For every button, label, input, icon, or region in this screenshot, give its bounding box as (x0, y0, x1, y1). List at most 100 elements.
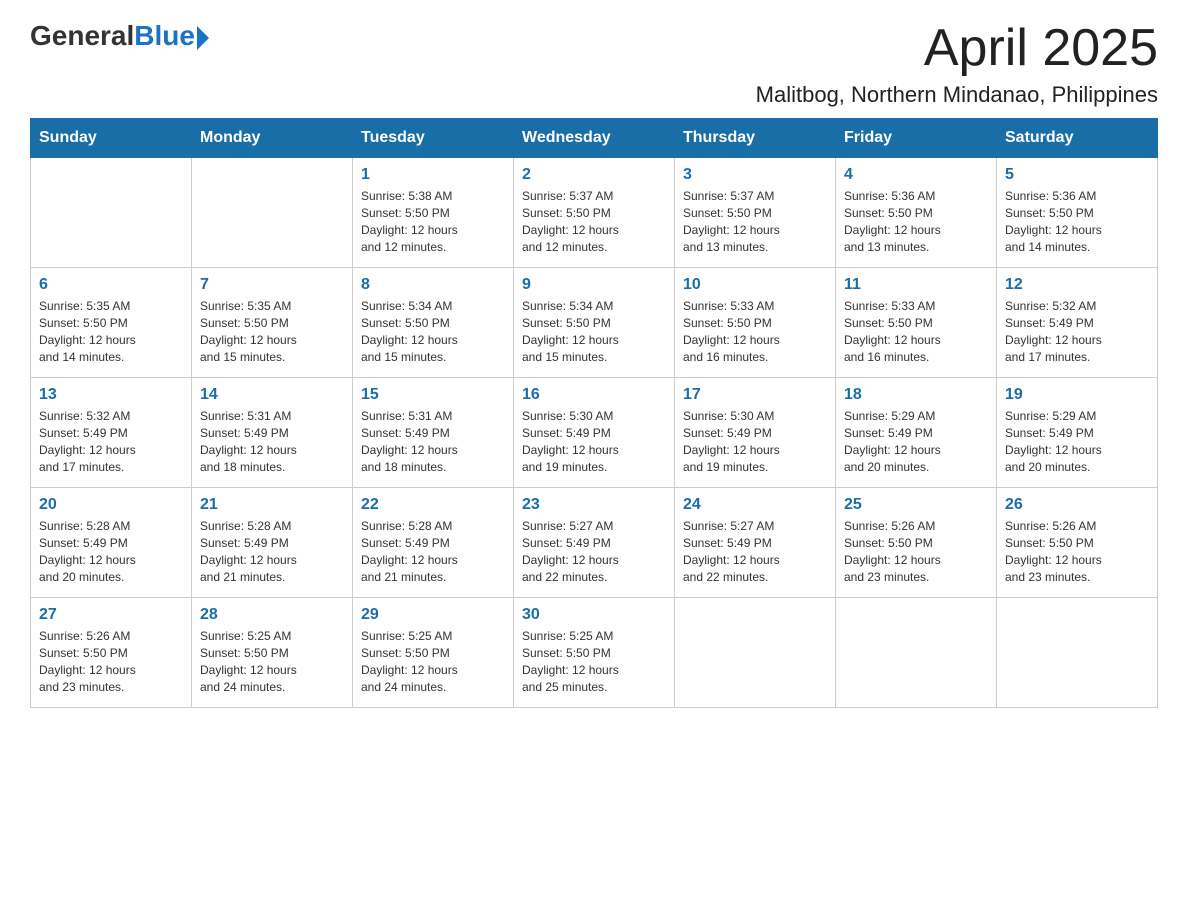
calendar-week-row: 6 Sunrise: 5:35 AMSunset: 5:50 PMDaylight… (31, 268, 1158, 378)
day-number: 10 (683, 276, 827, 294)
calendar-cell: 7 Sunrise: 5:35 AMSunset: 5:50 PMDaylight… (192, 268, 353, 378)
day-info: Sunrise: 5:25 AMSunset: 5:50 PMDaylight:… (361, 628, 505, 695)
calendar-cell: 17Sunrise: 5:30 AMSunset: 5:49 PMDayligh… (675, 378, 836, 488)
day-number: 16 (522, 386, 666, 404)
day-info: Sunrise: 5:37 AMSunset: 5:50 PMDaylight:… (683, 188, 827, 255)
day-number: 19 (1005, 386, 1149, 404)
calendar-cell: 24Sunrise: 5:27 AMSunset: 5:49 PMDayligh… (675, 488, 836, 598)
day-info: Sunrise: 5:26 AMSunset: 5:50 PMDaylight:… (844, 518, 988, 585)
day-info: Sunrise: 5:35 AMSunset: 5:50 PMDaylight:… (200, 298, 344, 365)
location-subtitle: Malitbog, Northern Mindanao, Philippines (756, 82, 1158, 108)
calendar-cell: 3Sunrise: 5:37 AMSunset: 5:50 PMDaylight… (675, 158, 836, 268)
calendar-cell: 13 Sunrise: 5:32 AMSunset: 5:49 PMDayligh… (31, 378, 192, 488)
day-number: 5 (1005, 166, 1149, 184)
day-info: Sunrise: 5:25 AMSunset: 5:50 PMDaylight:… (200, 628, 344, 695)
calendar-cell: 6 Sunrise: 5:35 AMSunset: 5:50 PMDaylight… (31, 268, 192, 378)
day-info: Sunrise: 5:31 AMSunset: 5:49 PMDaylight:… (200, 408, 344, 475)
day-info: Sunrise: 5:29 AMSunset: 5:49 PMDaylight:… (1005, 408, 1149, 475)
logo: General Blue (30, 20, 209, 52)
column-header-monday: Monday (192, 119, 353, 158)
day-info: Sunrise: 5:30 AMSunset: 5:49 PMDaylight:… (522, 408, 666, 475)
day-info: Sunrise: 5:31 AMSunset: 5:49 PMDaylight:… (361, 408, 505, 475)
calendar-cell: 14 Sunrise: 5:31 AMSunset: 5:49 PMDayligh… (192, 378, 353, 488)
column-header-saturday: Saturday (997, 119, 1158, 158)
day-info: Sunrise: 5:27 AMSunset: 5:49 PMDaylight:… (522, 518, 666, 585)
column-header-wednesday: Wednesday (514, 119, 675, 158)
day-number: 18 (844, 386, 988, 404)
day-info: Sunrise: 5:33 AMSunset: 5:50 PMDaylight:… (683, 298, 827, 365)
day-number: 14 (200, 386, 344, 404)
calendar-cell: 20Sunrise: 5:28 AMSunset: 5:49 PMDayligh… (31, 488, 192, 598)
day-info: Sunrise: 5:26 AMSunset: 5:50 PMDaylight:… (39, 628, 183, 695)
day-number: 13 (39, 386, 183, 404)
day-info: Sunrise: 5:36 AMSunset: 5:50 PMDaylight:… (844, 188, 988, 255)
logo-blue-part: Blue (134, 20, 209, 52)
calendar-body: 1 Sunrise: 5:38 AMSunset: 5:50 PMDaylight… (31, 158, 1158, 708)
calendar-cell: 18 Sunrise: 5:29 AMSunset: 5:49 PMDayligh… (836, 378, 997, 488)
day-number: 9 (522, 276, 666, 294)
column-header-thursday: Thursday (675, 119, 836, 158)
calendar-cell: 2 Sunrise: 5:37 AMSunset: 5:50 PMDaylight… (514, 158, 675, 268)
column-header-friday: Friday (836, 119, 997, 158)
day-info: Sunrise: 5:32 AMSunset: 5:49 PMDaylight:… (39, 408, 183, 475)
calendar-cell (675, 598, 836, 708)
calendar-cell: 4 Sunrise: 5:36 AMSunset: 5:50 PMDaylight… (836, 158, 997, 268)
column-header-tuesday: Tuesday (353, 119, 514, 158)
day-number: 8 (361, 276, 505, 294)
day-number: 7 (200, 276, 344, 294)
calendar-cell: 10 Sunrise: 5:33 AMSunset: 5:50 PMDayligh… (675, 268, 836, 378)
day-number: 29 (361, 606, 505, 624)
day-info: Sunrise: 5:38 AMSunset: 5:50 PMDaylight:… (361, 188, 505, 255)
calendar-cell: 25 Sunrise: 5:26 AMSunset: 5:50 PMDayligh… (836, 488, 997, 598)
day-info: Sunrise: 5:29 AMSunset: 5:49 PMDaylight:… (844, 408, 988, 475)
day-info: Sunrise: 5:30 AMSunset: 5:49 PMDaylight:… (683, 408, 827, 475)
calendar-cell: 5Sunrise: 5:36 AMSunset: 5:50 PMDaylight… (997, 158, 1158, 268)
day-number: 2 (522, 166, 666, 184)
calendar-week-row: 20Sunrise: 5:28 AMSunset: 5:49 PMDayligh… (31, 488, 1158, 598)
day-number: 28 (200, 606, 344, 624)
calendar-cell: 23Sunrise: 5:27 AMSunset: 5:49 PMDayligh… (514, 488, 675, 598)
day-info: Sunrise: 5:37 AMSunset: 5:50 PMDaylight:… (522, 188, 666, 255)
calendar-week-row: 1 Sunrise: 5:38 AMSunset: 5:50 PMDaylight… (31, 158, 1158, 268)
day-info: Sunrise: 5:34 AMSunset: 5:50 PMDaylight:… (361, 298, 505, 365)
day-number: 12 (1005, 276, 1149, 294)
day-number: 22 (361, 496, 505, 514)
day-info: Sunrise: 5:32 AMSunset: 5:49 PMDaylight:… (1005, 298, 1149, 365)
day-info: Sunrise: 5:28 AMSunset: 5:49 PMDaylight:… (200, 518, 344, 585)
day-info: Sunrise: 5:34 AMSunset: 5:50 PMDaylight:… (522, 298, 666, 365)
calendar-cell (192, 158, 353, 268)
calendar-table: SundayMondayTuesdayWednesdayThursdayFrid… (30, 118, 1158, 708)
calendar-cell: 12 Sunrise: 5:32 AMSunset: 5:49 PMDayligh… (997, 268, 1158, 378)
calendar-cell: 15 Sunrise: 5:31 AMSunset: 5:49 PMDayligh… (353, 378, 514, 488)
logo-general-text: General (30, 20, 134, 52)
calendar-cell: 21 Sunrise: 5:28 AMSunset: 5:49 PMDayligh… (192, 488, 353, 598)
day-number: 6 (39, 276, 183, 294)
calendar-cell (997, 598, 1158, 708)
calendar-cell: 9 Sunrise: 5:34 AMSunset: 5:50 PMDaylight… (514, 268, 675, 378)
calendar-week-row: 27Sunrise: 5:26 AMSunset: 5:50 PMDayligh… (31, 598, 1158, 708)
calendar-cell: 27Sunrise: 5:26 AMSunset: 5:50 PMDayligh… (31, 598, 192, 708)
day-number: 15 (361, 386, 505, 404)
calendar-cell: 22 Sunrise: 5:28 AMSunset: 5:49 PMDayligh… (353, 488, 514, 598)
day-number: 25 (844, 496, 988, 514)
calendar-cell: 11Sunrise: 5:33 AMSunset: 5:50 PMDayligh… (836, 268, 997, 378)
logo-triangle-icon (197, 26, 209, 50)
calendar-cell: 28 Sunrise: 5:25 AMSunset: 5:50 PMDayligh… (192, 598, 353, 708)
calendar-cell: 29 Sunrise: 5:25 AMSunset: 5:50 PMDayligh… (353, 598, 514, 708)
calendar-cell: 19 Sunrise: 5:29 AMSunset: 5:49 PMDayligh… (997, 378, 1158, 488)
day-number: 26 (1005, 496, 1149, 514)
day-number: 30 (522, 606, 666, 624)
day-info: Sunrise: 5:28 AMSunset: 5:49 PMDaylight:… (361, 518, 505, 585)
day-info: Sunrise: 5:26 AMSunset: 5:50 PMDaylight:… (1005, 518, 1149, 585)
day-number: 21 (200, 496, 344, 514)
day-info: Sunrise: 5:25 AMSunset: 5:50 PMDaylight:… (522, 628, 666, 695)
day-info: Sunrise: 5:35 AMSunset: 5:50 PMDaylight:… (39, 298, 183, 365)
calendar-cell (31, 158, 192, 268)
day-number: 1 (361, 166, 505, 184)
day-number: 4 (844, 166, 988, 184)
day-info: Sunrise: 5:27 AMSunset: 5:49 PMDaylight:… (683, 518, 827, 585)
calendar-cell: 1 Sunrise: 5:38 AMSunset: 5:50 PMDaylight… (353, 158, 514, 268)
calendar-cell: 30 Sunrise: 5:25 AMSunset: 5:50 PMDayligh… (514, 598, 675, 708)
page-header: General Blue April 2025 Malitbog, Northe… (30, 20, 1158, 108)
column-header-sunday: Sunday (31, 119, 192, 158)
